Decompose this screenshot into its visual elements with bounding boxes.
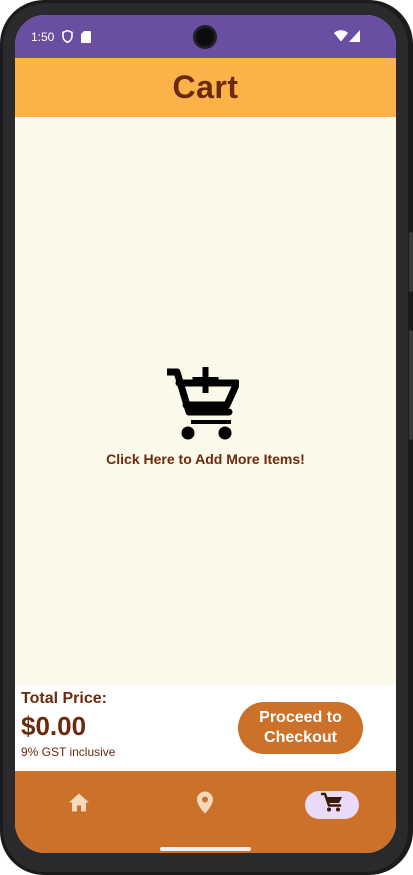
page-title: Cart — [172, 69, 239, 105]
location-pin-icon — [197, 791, 213, 819]
home-icon — [68, 793, 90, 818]
volume-button — [409, 330, 413, 440]
gesture-bar[interactable] — [160, 847, 251, 851]
gst-note: 9% GST inclusive — [21, 745, 116, 759]
status-bar: 1:50 — [15, 15, 396, 58]
total-price-value: $0.00 — [21, 711, 87, 741]
app-bar: Cart — [15, 58, 396, 117]
cart-summary: Total Price: $0.00 9% GST inclusive Proc… — [15, 685, 396, 771]
bottom-navigation — [15, 771, 396, 853]
proceed-to-checkout-button[interactable]: Proceed to Checkout — [238, 702, 363, 754]
cart-content: Click Here to Add More Items! — [15, 117, 396, 685]
status-time: 1:50 — [31, 30, 55, 44]
shield-icon — [62, 29, 73, 48]
nav-home[interactable] — [65, 791, 93, 819]
power-button — [409, 232, 413, 292]
wifi-icon — [334, 29, 348, 47]
signal-icon — [349, 29, 360, 47]
device-frame: 1:50 Cart Click Here to Add More Items! … — [0, 0, 413, 875]
add-to-cart-icon — [163, 367, 241, 448]
sd-card-icon — [81, 30, 91, 48]
add-more-items-button[interactable]: Click Here to Add More Items! — [15, 367, 396, 467]
nav-location[interactable] — [191, 791, 219, 819]
nav-cart[interactable] — [305, 791, 359, 819]
shopping-cart-icon — [319, 792, 343, 818]
add-more-items-label: Click Here to Add More Items! — [106, 451, 305, 467]
phone-screen: 1:50 Cart Click Here to Add More Items! … — [15, 15, 396, 853]
front-camera — [193, 25, 217, 49]
total-price-label: Total Price: — [21, 690, 107, 707]
